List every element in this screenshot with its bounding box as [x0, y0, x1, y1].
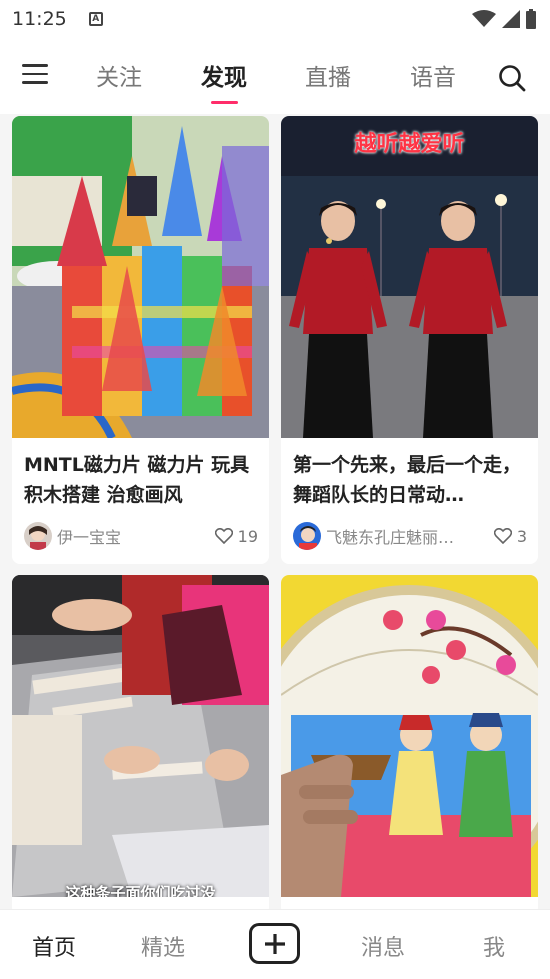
- image-caption: 越听越爱听: [354, 132, 465, 157]
- like-count: 3: [516, 526, 527, 546]
- plus-icon: [264, 933, 285, 954]
- create-button[interactable]: [249, 923, 300, 964]
- heart-icon: [214, 528, 233, 544]
- active-tab-indicator: [211, 101, 238, 104]
- like-button[interactable]: 19: [214, 526, 258, 546]
- wifi-icon: [472, 10, 496, 27]
- card-title[interactable]: MNTL磁力片 磁力片 玩具 积木搭建 治愈画风: [24, 450, 256, 510]
- notification-icon: A: [88, 12, 103, 26]
- card-meta: 飞魅东孔庄魅丽… 3: [293, 521, 527, 551]
- card-image[interactable]: 越听越爱听: [281, 116, 538, 438]
- signal-icon: [502, 10, 520, 28]
- like-button[interactable]: 3: [493, 526, 527, 546]
- card-title[interactable]: 第一个先来，最后一个走，舞蹈队长的日常动…: [293, 450, 525, 510]
- card-image[interactable]: [12, 116, 269, 438]
- like-count: 19: [237, 526, 258, 546]
- bottom-nav: 首页 精选 消息 我: [0, 909, 550, 979]
- status-time: 11:25: [12, 8, 67, 30]
- card-image[interactable]: 这种条子面你们吃过没: [12, 575, 269, 897]
- tab-follow[interactable]: 关注: [96, 58, 142, 92]
- nav-home[interactable]: 首页: [32, 930, 76, 962]
- nav-messages[interactable]: 消息: [361, 930, 405, 962]
- feed-card[interactable]: 越听越爱听 第一个先来，最后一个走，舞蹈队长的日常动… 飞魅东孔庄魅丽… 3: [281, 116, 538, 564]
- feed-card[interactable]: [281, 575, 538, 915]
- avatar[interactable]: [293, 522, 321, 550]
- top-nav: 关注 发现 直播 语音: [0, 38, 550, 114]
- tab-live[interactable]: 直播: [305, 58, 351, 92]
- feed-card[interactable]: MNTL磁力片 磁力片 玩具 积木搭建 治愈画风 伊一宝宝 19: [12, 116, 269, 564]
- status-bar: 11:25 A: [0, 0, 550, 38]
- author-name[interactable]: 飞魅东孔庄魅丽…: [326, 524, 466, 548]
- heart-icon: [493, 528, 512, 544]
- tab-discover[interactable]: 发现: [201, 58, 247, 92]
- image-caption: 这种条子面你们吃过没: [65, 884, 216, 897]
- feed-card[interactable]: 这种条子面你们吃过没: [12, 575, 269, 915]
- nav-me[interactable]: 我: [483, 930, 505, 962]
- tab-voice[interactable]: 语音: [410, 58, 456, 92]
- nav-featured[interactable]: 精选: [141, 930, 185, 962]
- card-meta: 伊一宝宝 19: [24, 521, 258, 551]
- card-image[interactable]: [281, 575, 538, 897]
- author-name[interactable]: 伊一宝宝: [57, 524, 197, 548]
- menu-button[interactable]: [22, 64, 48, 86]
- avatar[interactable]: [24, 522, 52, 550]
- search-icon[interactable]: [498, 64, 526, 92]
- battery-icon: [526, 9, 536, 29]
